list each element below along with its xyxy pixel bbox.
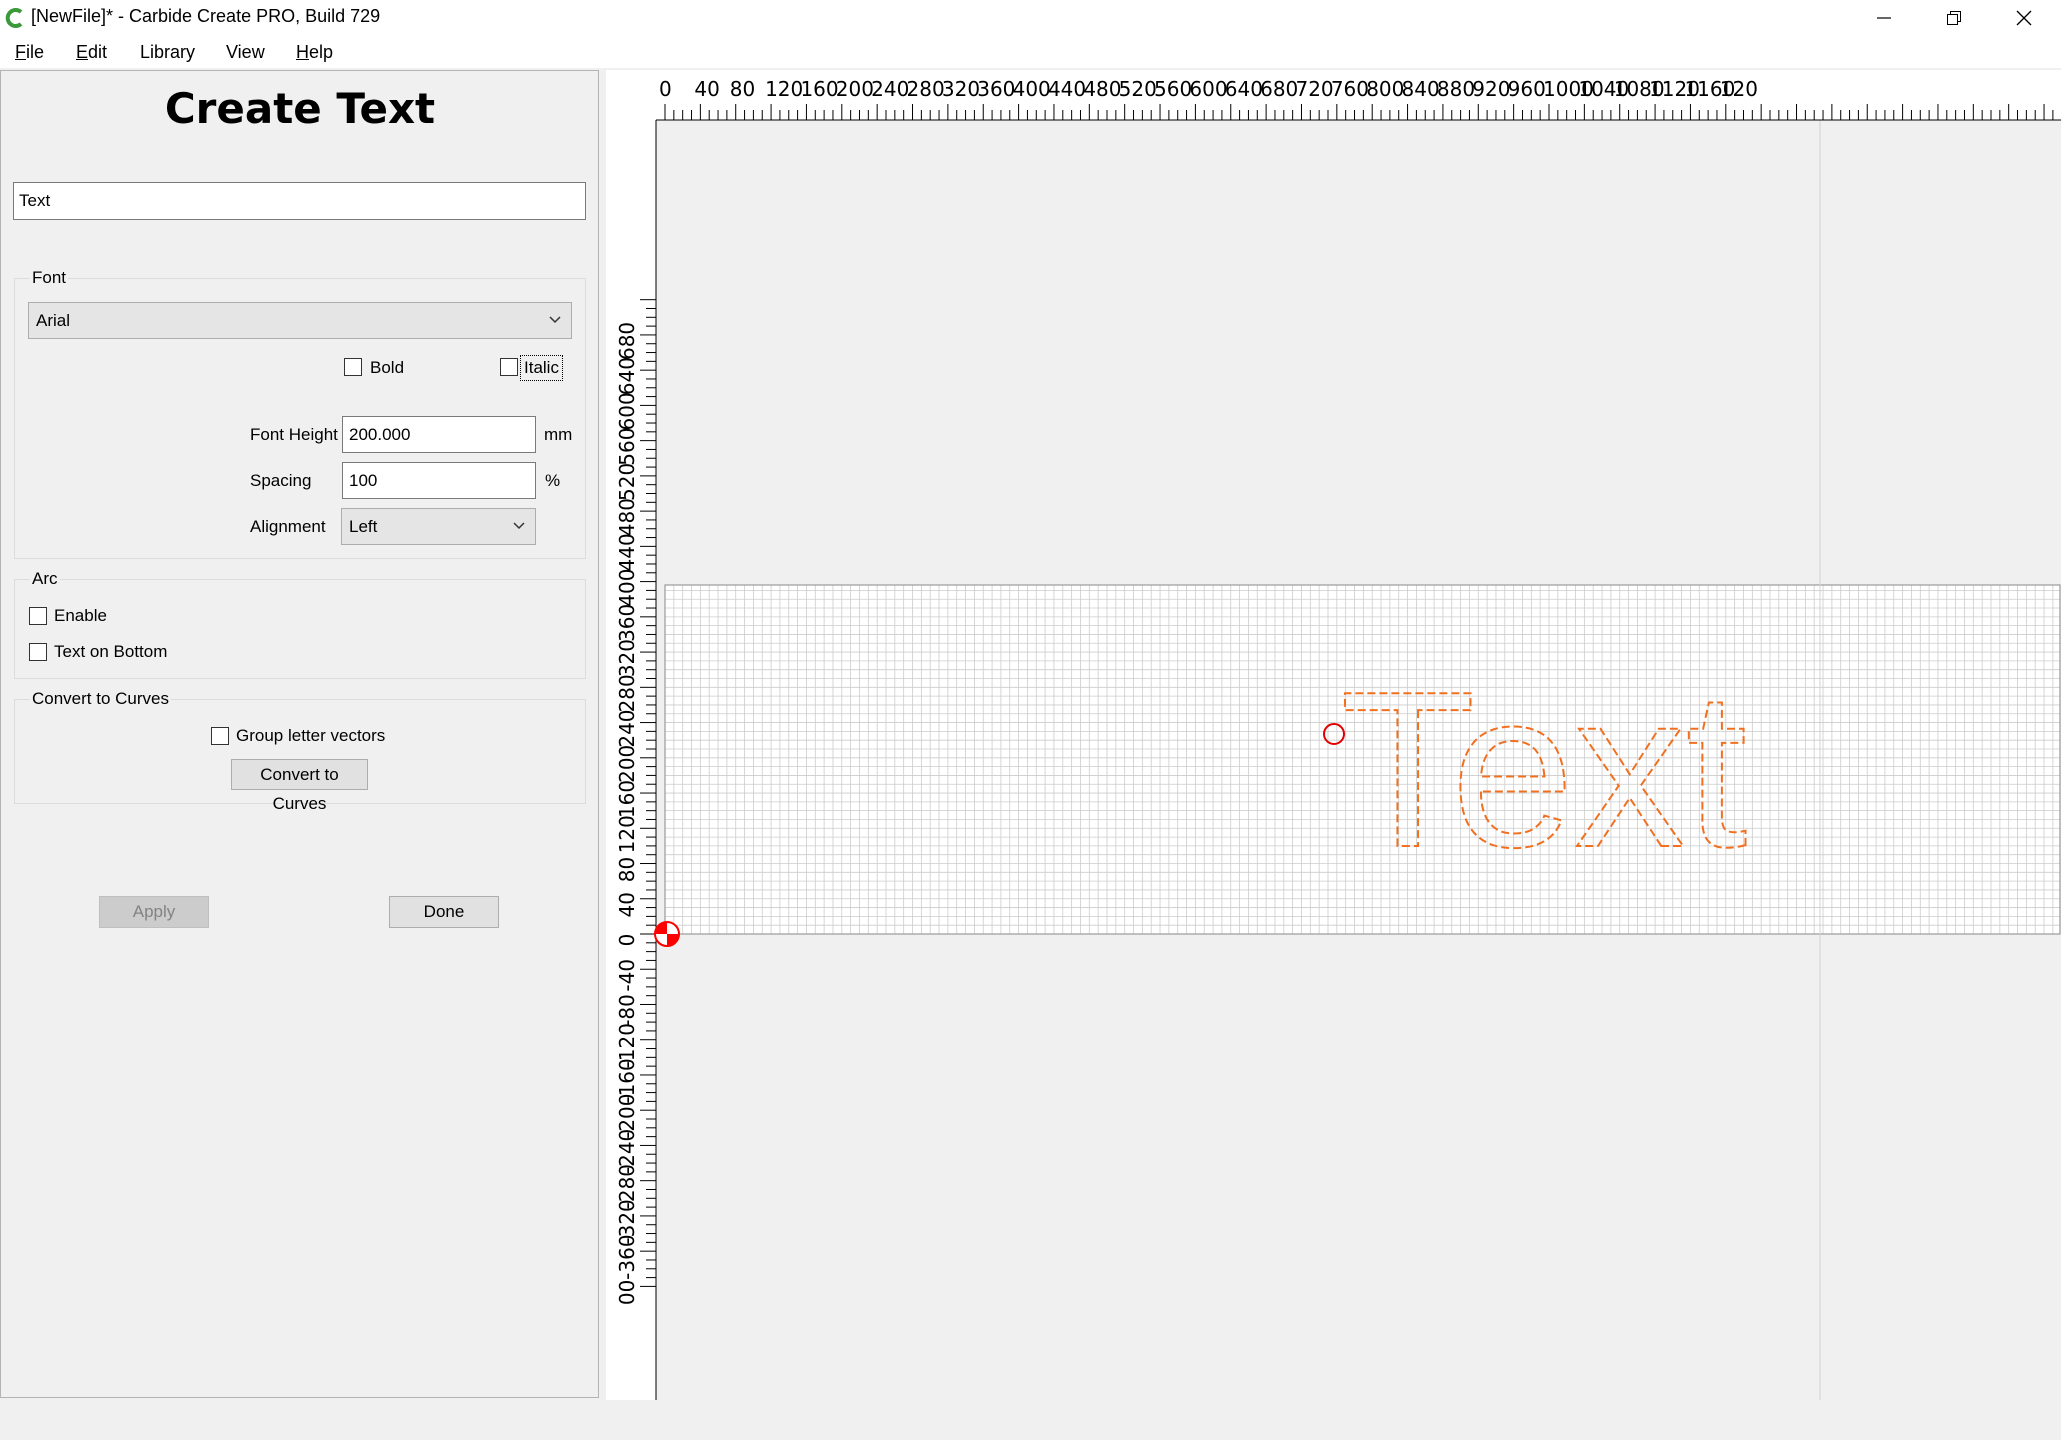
left-ruler-label: 360 (615, 604, 639, 642)
left-ruler-label: 160 (615, 780, 639, 818)
left-ruler-label: 40 (615, 892, 639, 917)
menu-help[interactable]: Help (296, 40, 333, 65)
top-ruler-labels: 0 40 80 12016020024028032036040044048052056… (659, 77, 1758, 101)
top-ruler-label: 520 (1119, 77, 1157, 101)
spacing-label: Spacing (250, 471, 312, 490)
top-ruler-label: 160 (800, 77, 838, 101)
top-ruler-label: 960 (1508, 77, 1546, 101)
left-ruler-label: 640 (615, 357, 639, 395)
left-ruler-label: -360 (615, 1234, 639, 1279)
top-ruler-label: 920 (1472, 77, 1510, 101)
alignment-select-value: Left (349, 517, 378, 536)
left-ruler-label: 440 (615, 533, 639, 571)
left-ruler-label: 560 (615, 428, 639, 466)
left-ruler-label: -80 (615, 994, 639, 1027)
apply-button[interactable]: Apply (99, 896, 209, 928)
arc-enable-label: Enable (54, 606, 107, 625)
close-button[interactable] (1989, 0, 2059, 36)
convert-curves-group-label: Convert to Curves (30, 689, 171, 709)
top-ruler-label: 600 (1189, 77, 1227, 101)
left-ruler-label: 520 (615, 463, 639, 501)
group-letter-vectors-checkbox[interactable] (211, 727, 229, 745)
chevron-down-icon (549, 316, 561, 324)
restore-button[interactable] (1919, 0, 1989, 36)
top-ruler-label: 680 (1260, 77, 1298, 101)
menu-edit[interactable]: Edit (76, 40, 107, 65)
spacing-unit: % (545, 471, 561, 490)
bold-label: Bold (370, 358, 405, 377)
left-ruler-label: -40 (615, 959, 639, 992)
top-ruler-label: 440 (1048, 77, 1086, 101)
italic-checkbox[interactable] (500, 358, 518, 376)
font-select[interactable]: Arial (28, 302, 572, 339)
top-ruler-label: 120 (765, 77, 803, 101)
menu-view[interactable]: View (226, 40, 265, 65)
spacing-input[interactable]: 100 (342, 462, 536, 499)
top-ruler-label: 800 (1366, 77, 1404, 101)
done-button[interactable]: Done (389, 896, 499, 928)
left-ruler-label: 00 (615, 1280, 639, 1305)
top-ruler-label: 240 (871, 77, 909, 101)
left-ruler-label: 400 (615, 569, 639, 607)
window-title: [NewFile]* - Carbide Create PRO, Build 7… (31, 6, 381, 26)
minimize-button[interactable] (1849, 0, 1919, 36)
group-letter-vectors-label: Group letter vectors (236, 726, 386, 745)
ruler-corner (606, 70, 656, 120)
text-input[interactable]: Text (13, 182, 586, 220)
top-ruler-label: 40 (694, 77, 719, 101)
top-ruler-label: 400 (1013, 77, 1051, 101)
alignment-select[interactable]: Left (341, 508, 536, 545)
left-ruler-label: 480 (615, 498, 639, 536)
top-ruler-label: 480 (1083, 77, 1121, 101)
left-ruler-label: 600 (615, 392, 639, 430)
top-ruler-label: 360 (977, 77, 1015, 101)
left-ruler-label: 240 (615, 709, 639, 747)
convert-to-curves-button[interactable]: Convert to Curves (231, 759, 368, 813)
arc-group (14, 579, 586, 679)
menu-library[interactable]: Library (140, 40, 195, 65)
top-ruler-label: 720 (1295, 77, 1333, 101)
top-ruler-label: 200 (836, 77, 874, 101)
left-ruler-label: 80 (615, 857, 639, 882)
restore-icon (1947, 11, 1961, 25)
panel-title: Create Text (164, 84, 436, 133)
top-ruler-label: 80 (730, 77, 755, 101)
text-on-bottom-label: Text on Bottom (54, 642, 168, 661)
chevron-down-icon (513, 522, 525, 530)
text-preview[interactable]: Text (1339, 645, 1748, 895)
left-ruler-label: 680 (615, 322, 639, 360)
close-icon (2016, 10, 2032, 26)
carbide-logo-icon (5, 8, 23, 28)
font-select-value: Arial (36, 311, 71, 330)
origin-icon (654, 921, 680, 947)
top-ruler-label: 0 (659, 77, 672, 101)
top-ruler-label: 120 (1720, 77, 1758, 101)
top-ruler-label: 320 (942, 77, 980, 101)
left-ruler-label: 320 (615, 639, 639, 677)
italic-label: Italic (520, 355, 563, 381)
arc-group-label: Arc (30, 569, 60, 589)
minimize-icon (1877, 17, 1891, 19)
left-ruler-label: 280 (615, 674, 639, 712)
top-ruler-label: 640 (1225, 77, 1263, 101)
left-ruler-label: 200 (615, 745, 639, 783)
alignment-label: Alignment (250, 517, 326, 536)
text-on-bottom-checkbox[interactable] (29, 643, 47, 661)
font-height-unit: mm (544, 425, 573, 444)
menu-file[interactable]: File (15, 40, 44, 65)
canvas-svg[interactable]: 0 40 80 12016020024028032036040044048052056… (606, 70, 2061, 1400)
top-ruler-label: 280 (907, 77, 945, 101)
bold-checkbox[interactable] (344, 358, 362, 376)
top-ruler-label: 840 (1402, 77, 1440, 101)
top-ruler-label: 560 (1154, 77, 1192, 101)
top-ruler-label: 880 (1437, 77, 1475, 101)
arc-enable-checkbox[interactable] (29, 607, 47, 625)
left-ruler-label: 120 (615, 815, 639, 853)
font-height-label: Font Height (250, 425, 338, 444)
font-height-input[interactable]: 200.000 (342, 416, 536, 453)
left-ruler-labels: 6806406005605204804404003603202802402001… (615, 322, 639, 1305)
top-ruler-label: 760 (1331, 77, 1369, 101)
left-ruler-label: 0 (615, 934, 639, 947)
font-group-label: Font (30, 268, 69, 288)
